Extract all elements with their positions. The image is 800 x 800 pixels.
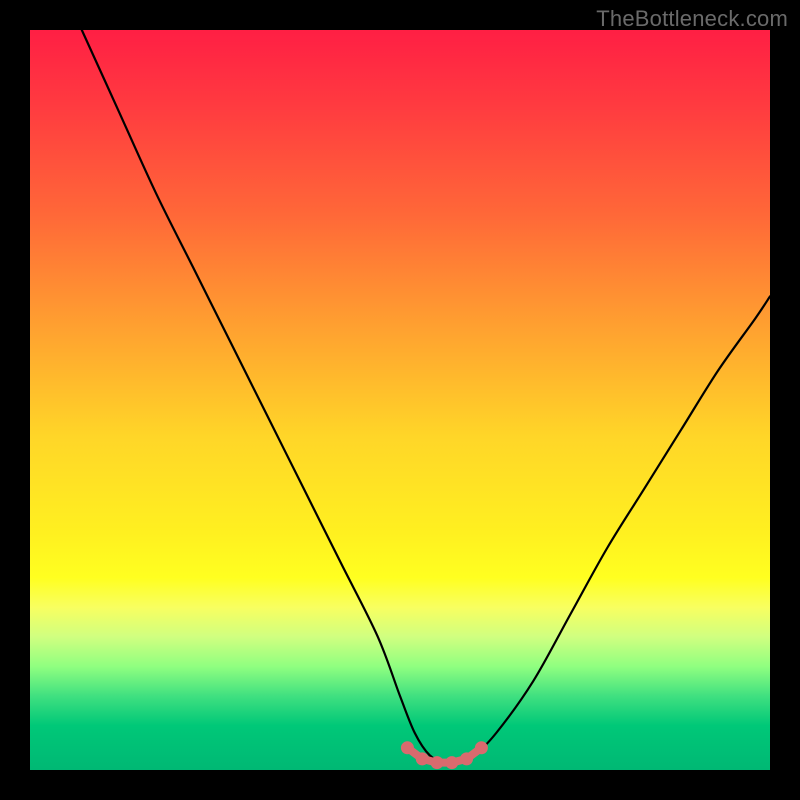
optimal-marker xyxy=(431,756,444,769)
optimal-marker xyxy=(475,741,488,754)
watermark-text: TheBottleneck.com xyxy=(596,6,788,32)
curve-svg xyxy=(30,30,770,770)
plot-area xyxy=(30,30,770,770)
chart-frame: TheBottleneck.com xyxy=(0,0,800,800)
optimal-marker xyxy=(401,741,414,754)
optimal-marker xyxy=(460,752,473,765)
optimal-band-markers xyxy=(401,741,488,769)
bottleneck-curve xyxy=(82,30,770,764)
optimal-marker xyxy=(445,756,458,769)
optimal-marker xyxy=(416,752,429,765)
